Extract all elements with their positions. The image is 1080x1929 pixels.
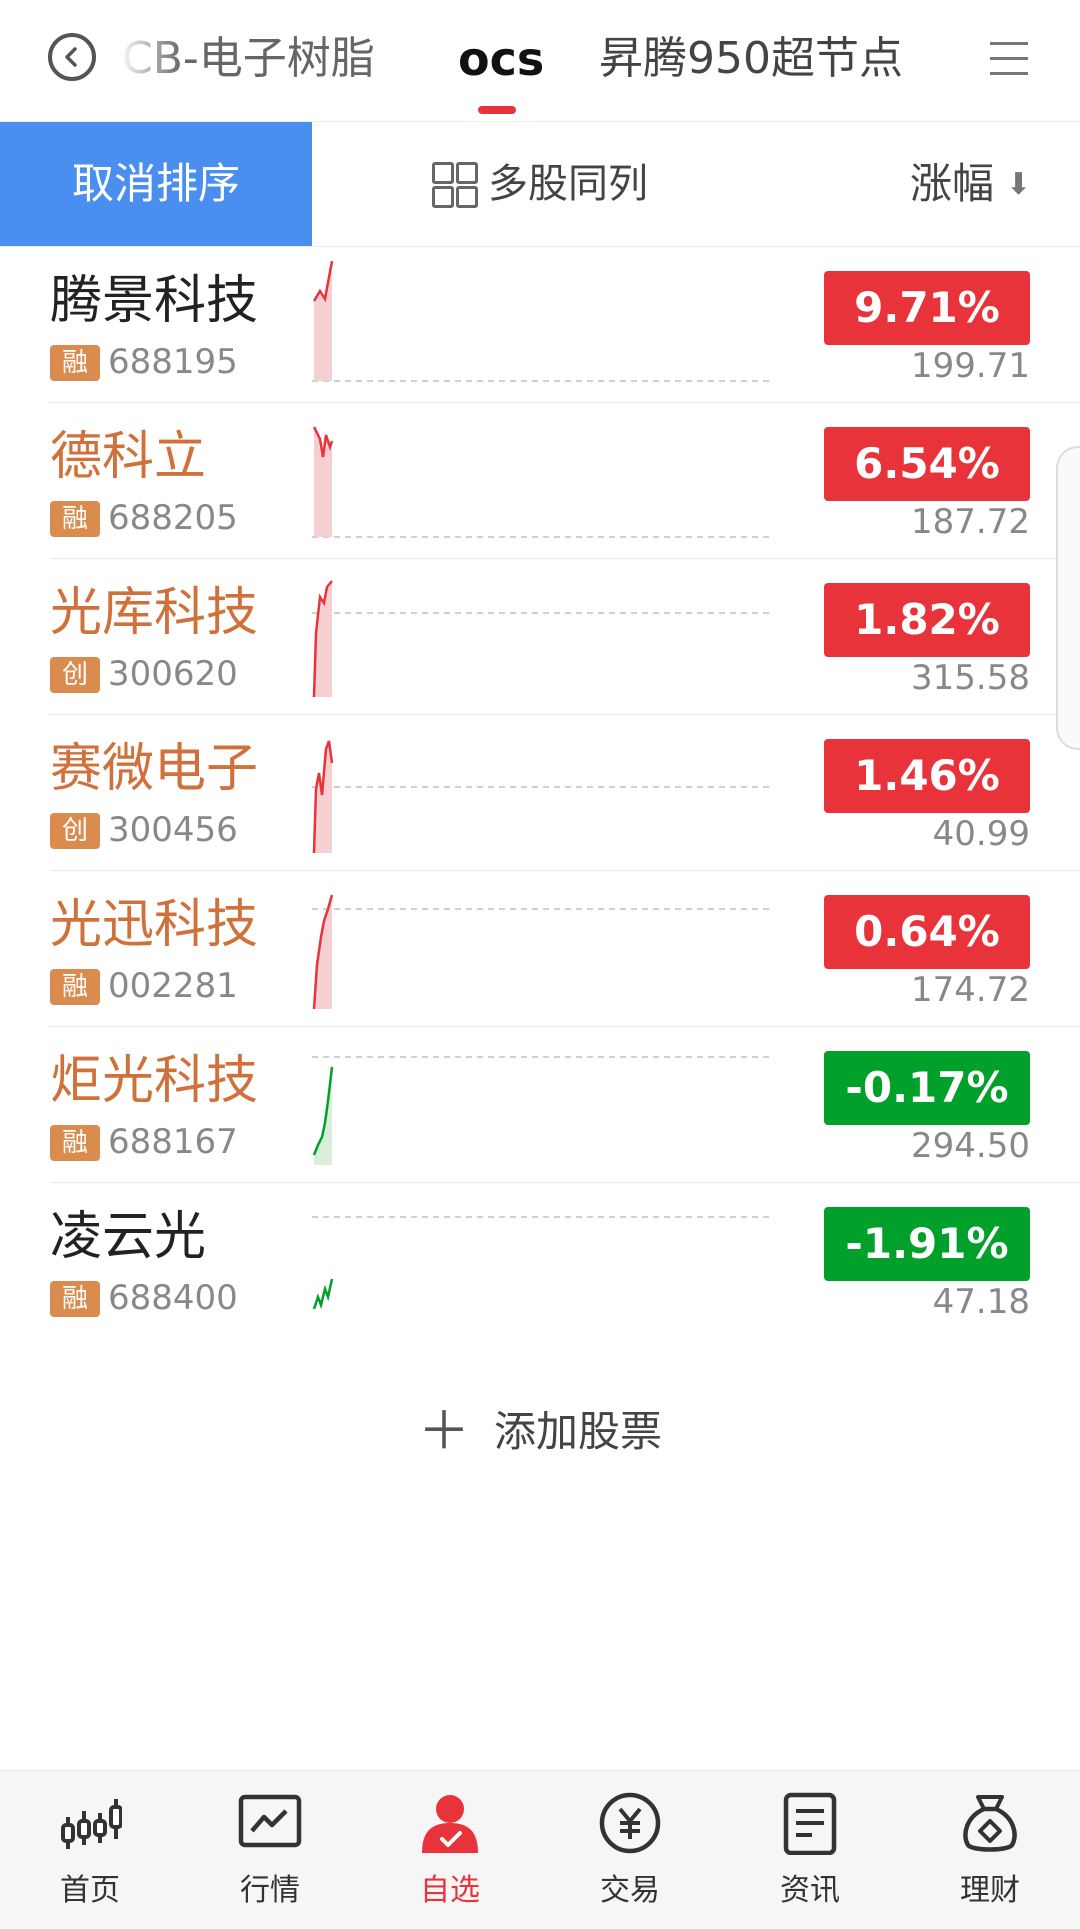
grid-icon <box>432 162 478 208</box>
group-tabs: CB-电子树脂 ocs 昇腾950超节点 <box>122 0 952 121</box>
change-badge: 1.46% <box>824 739 1030 813</box>
sparkline <box>312 261 774 382</box>
side-drawer-handle[interactable] <box>1056 446 1080 750</box>
stock-price: 187.72 <box>911 502 1030 542</box>
nav-home-label: 首页 <box>60 1873 120 1908</box>
sparkline <box>312 1216 774 1310</box>
stock-row[interactable]: 光库科技 创 300620 1.82% 315.58 <box>0 559 1080 715</box>
change-badge: 0.64% <box>824 895 1030 969</box>
stock-row[interactable]: 德科立 融 688205 6.54% 187.72 <box>0 403 1080 559</box>
stock-price: 47.18 <box>932 1282 1030 1322</box>
tab-ascend-950[interactable]: 昇腾950超节点 <box>599 30 903 88</box>
add-stock-label: 添加股票 <box>494 1407 663 1456</box>
menu-button[interactable] <box>990 40 1030 76</box>
stock-code: 002281 <box>108 966 238 1006</box>
plus-icon: ＋ <box>417 1402 470 1462</box>
tabs-fade <box>922 0 952 121</box>
margin-badge: 融 <box>50 1125 100 1161</box>
board-badge: 创 <box>50 813 100 849</box>
add-stock-button[interactable]: ＋ 添加股票 <box>0 1402 1080 1462</box>
nav-watchlist[interactable]: 自选 <box>360 1771 540 1929</box>
sparkline <box>312 1056 774 1165</box>
stock-price: 294.50 <box>911 1126 1030 1166</box>
nav-news[interactable]: 资讯 <box>720 1771 900 1929</box>
change-badge: 9.71% <box>824 271 1030 345</box>
cancel-sort-button[interactable]: 取消排序 <box>0 122 312 246</box>
yuan-coin-icon <box>599 1792 661 1854</box>
sort-field-label: 涨幅 <box>910 159 995 208</box>
tab-cb-resin[interactable]: CB-电子树脂 <box>122 30 375 88</box>
change-badge: -0.17% <box>824 1051 1030 1125</box>
stock-code: 300456 <box>108 810 238 850</box>
hamburger-icon <box>990 42 1028 45</box>
top-tab-bar: CB-电子树脂 ocs 昇腾950超节点 <box>0 0 1080 122</box>
watchlist: 腾景科技 融 688195 9.71% 199.71 德科立 融 688205 … <box>0 247 1080 1339</box>
stock-name: 光迅科技 <box>50 895 259 955</box>
margin-badge: 融 <box>50 501 100 537</box>
tab-ocs[interactable]: ocs <box>458 30 544 88</box>
stock-row[interactable]: 赛微电子 创 300456 1.46% 40.99 <box>0 715 1080 871</box>
margin-badge: 融 <box>50 969 100 1005</box>
nav-watchlist-label: 自选 <box>420 1873 480 1908</box>
stock-row[interactable]: 炬光科技 融 688167 -0.17% 294.50 <box>0 1027 1080 1183</box>
nav-news-label: 资讯 <box>780 1873 840 1908</box>
stock-name: 德科立 <box>50 427 207 487</box>
margin-badge: 融 <box>50 1281 100 1317</box>
change-badge: 1.82% <box>824 583 1030 657</box>
sparkline <box>312 740 774 853</box>
board-badge: 创 <box>50 657 100 693</box>
stock-name: 光库科技 <box>50 583 259 643</box>
stock-row[interactable]: 腾景科技 融 688195 9.71% 199.71 <box>0 247 1080 403</box>
nav-market-label: 行情 <box>240 1873 300 1908</box>
nav-home[interactable]: 首页 <box>0 1771 180 1929</box>
multi-column-label: 多股同列 <box>488 161 648 207</box>
money-bag-icon <box>963 1795 1017 1852</box>
chevron-left-icon <box>65 47 77 67</box>
sparkline <box>312 426 774 538</box>
nav-wealth[interactable]: 理财 <box>900 1771 1080 1929</box>
sort-bar: 取消排序 多股同列 涨幅 ⬇ <box>0 122 1080 247</box>
candlestick-icon <box>61 1799 122 1849</box>
margin-badge: 融 <box>50 345 100 381</box>
nav-wealth-label: 理财 <box>960 1873 1020 1908</box>
stock-price: 174.72 <box>911 970 1030 1010</box>
arrow-down-icon: ⬇ <box>1006 167 1032 202</box>
active-tab-indicator <box>478 106 516 114</box>
person-check-icon <box>422 1795 478 1853</box>
stock-code: 688400 <box>108 1278 238 1318</box>
bottom-nav: 首页 行情 自选 交易 资讯 理财 <box>0 1770 1080 1929</box>
stock-row[interactable]: 凌云光 融 688400 -1.91% 47.18 <box>0 1183 1080 1339</box>
multi-column-button[interactable]: 多股同列 <box>432 122 648 246</box>
stock-name: 凌云光 <box>50 1207 207 1267</box>
back-button[interactable] <box>48 33 96 81</box>
change-badge: -1.91% <box>824 1207 1030 1281</box>
stock-row[interactable]: 光迅科技 融 002281 0.64% 174.72 <box>0 871 1080 1027</box>
change-badge: 6.54% <box>824 427 1030 501</box>
stock-name: 腾景科技 <box>50 271 259 331</box>
stock-code: 688205 <box>108 498 238 538</box>
nav-market[interactable]: 行情 <box>180 1771 360 1929</box>
stock-name: 炬光科技 <box>50 1051 259 1111</box>
stock-price: 315.58 <box>911 658 1030 698</box>
nav-trade-label: 交易 <box>600 1873 660 1908</box>
stock-price: 40.99 <box>932 814 1030 854</box>
stock-code: 688195 <box>108 342 238 382</box>
stock-price: 199.71 <box>911 346 1030 386</box>
stock-name: 赛微电子 <box>50 739 259 799</box>
stock-code: 688167 <box>108 1122 238 1162</box>
sort-by-change-button[interactable]: 涨幅 ⬇ <box>910 122 1031 246</box>
sparkline <box>312 894 774 1009</box>
document-icon <box>783 1792 837 1855</box>
stock-code: 300620 <box>108 654 238 694</box>
line-chart-icon <box>238 1794 302 1848</box>
nav-trade[interactable]: 交易 <box>540 1771 720 1929</box>
sparkline <box>312 580 774 697</box>
